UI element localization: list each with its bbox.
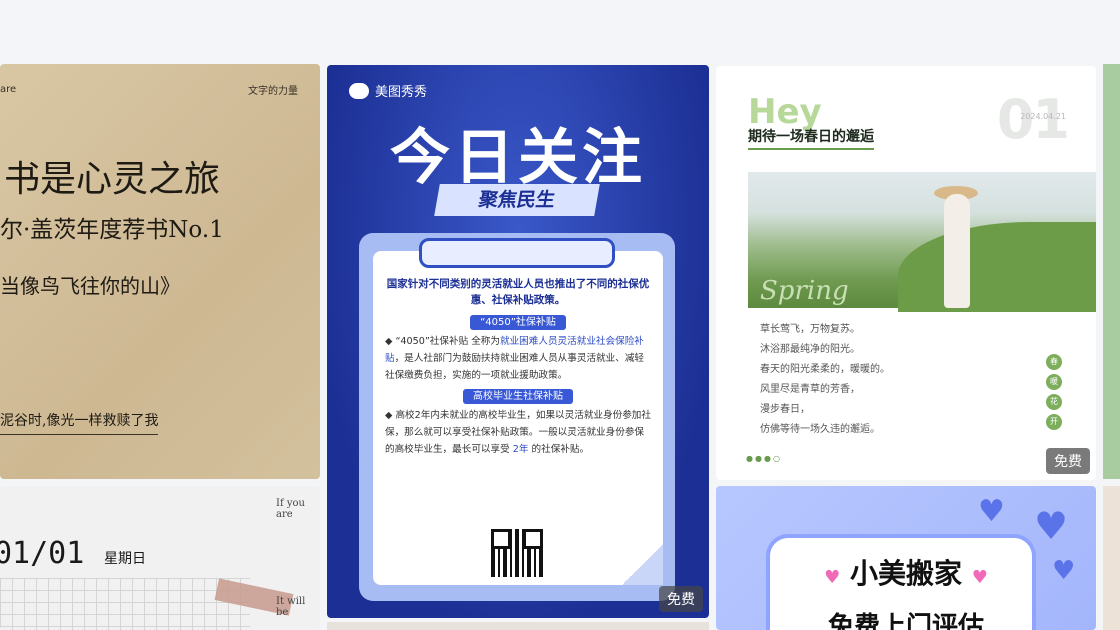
book-name-line: 当像鸟飞往你的山》 (0, 274, 180, 298)
poster-tag: 聚焦民生 (434, 184, 600, 216)
book-quote-line: 泥谷时,像光一样救赎了我 (0, 410, 159, 435)
meitu-logo-icon (349, 82, 369, 99)
heart-icon: ♥ (978, 494, 1005, 529)
template-card-spring[interactable]: Hey 期待一场春日的邂逅 01 2024.04.21 Spring 草长莺飞，… (716, 66, 1096, 480)
grid-paper (0, 578, 250, 630)
section-heading: “4050”社保补贴 (385, 314, 651, 331)
poem-text: 草长莺飞，万物复苏。 沐浴那最纯净的阳光。 春天的阳光柔柔的，暖暖的。 风里尽是… (760, 324, 890, 435)
book-title-line: 书是心灵之旅 (4, 159, 221, 200)
poster-lead: 国家针对不同类别的灵活就业人员也推出了不同的社保优惠、社保补贴政策。 (386, 278, 650, 306)
next-card-edge[interactable] (1103, 486, 1120, 630)
poster-headline: 今日关注 (390, 123, 646, 193)
poster-body: 国家针对不同类别的灵活就业人员也推出了不同的社保优惠、社保补贴政策。 “4050… (385, 277, 651, 459)
script-word: Spring (760, 276, 849, 306)
card-corner-text-left: are (0, 84, 17, 95)
greeting-subtitle: 期待一场春日的邂逅 (748, 126, 874, 150)
top-bar (0, 0, 1120, 62)
free-badge: 免费 (659, 586, 703, 612)
heart-icon: ♥ (971, 567, 988, 588)
heart-icon: ♥ (824, 567, 841, 588)
card-corner-text-right: 文字的力量 (248, 86, 298, 97)
tea-hill (898, 222, 1096, 312)
calendar-date: 01/01 (0, 536, 85, 571)
english-text: If you are (276, 498, 305, 520)
moving-title: ♥ 小美搬家 ♥ (824, 557, 988, 590)
next-card-edge[interactable] (1103, 64, 1120, 479)
free-badge: 免费 (1046, 448, 1090, 474)
section-heading: 高校毕业生社保补贴 (385, 388, 651, 405)
page-fold (623, 543, 663, 585)
template-card-calendar[interactable]: 01/01 星期日 If you are It will be (0, 486, 320, 630)
qr-code-icon (491, 529, 543, 577)
seal-circles: 春 暖 花 开 (1046, 354, 1062, 430)
moving-subtitle: 免费上门评估 (827, 612, 984, 630)
section-paragraph: ◆ “4050”社保补贴 全称为就业困难人员灵活就业社会保险补贴，是人社部门为鼓… (385, 336, 645, 381)
template-card-policy[interactable]: 美图秀秀 今日关注 聚焦民生 国家针对不同类别的灵活就业人员也推出了不同的社保优… (327, 65, 709, 618)
heart-icon: ♥ (1034, 504, 1069, 548)
template-card-book[interactable]: are 文字的力量 书是心灵之旅 尔·盖茨年度荐书No.1 当像鸟飞往你的山》 … (0, 64, 320, 479)
issue-date: 2024.04.21 (1020, 112, 1066, 121)
brand-name: 美图秀秀 (375, 85, 428, 100)
woman-figure (944, 194, 970, 308)
section-paragraph: ◆ 高校2年内未就业的高校毕业生，如果以灵活就业身份参加社保，那么就可以享受社保… (385, 410, 651, 455)
english-text: It will be (276, 596, 306, 618)
template-card-moving[interactable]: ♥ ♥ ♥ ♥ 小美搬家 ♥ 免费上门评估 (716, 486, 1096, 630)
next-card-edge[interactable] (327, 622, 709, 630)
brand-logo: 美图秀秀 (349, 81, 427, 100)
calendar-weekday: 星期日 (104, 551, 146, 567)
clipboard-clip (419, 238, 615, 268)
book-subtitle-line: 尔·盖茨年度荐书No.1 (0, 217, 224, 243)
page-dots: ●●●○ (746, 454, 782, 463)
